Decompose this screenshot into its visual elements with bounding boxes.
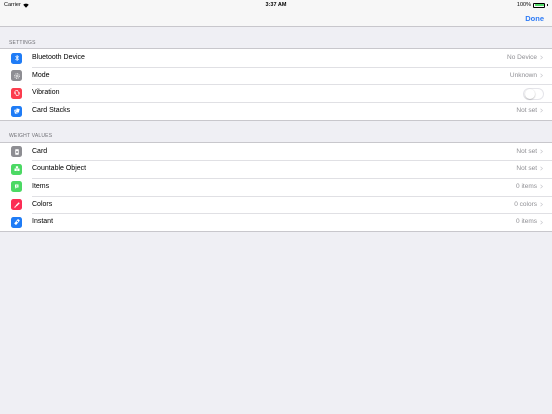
card-stack-icon <box>11 105 22 117</box>
vibration-label: Vibration <box>32 89 60 97</box>
bluetooth-device-row[interactable]: Bluetooth Device No Device <box>0 49 552 67</box>
card-stacks-label: Card Stacks <box>32 107 71 115</box>
colors-row[interactable]: Colors 0 colors <box>0 195 552 214</box>
colors-label: Colors <box>32 200 53 208</box>
card-icon <box>11 146 22 158</box>
instant-label: Instant <box>32 218 54 226</box>
gear-icon <box>11 70 22 82</box>
card-stacks-row[interactable]: Card Stacks Not set <box>0 102 552 120</box>
vibration-icon <box>11 87 22 99</box>
palette-icon <box>11 199 22 211</box>
chevron-right-icon <box>540 55 543 60</box>
mode-value: Unknown <box>509 71 537 79</box>
countable-icon <box>11 163 22 175</box>
toggle-knob <box>524 89 535 100</box>
chevron-right-icon <box>540 184 543 189</box>
mode-label: Mode <box>32 71 50 79</box>
items-label: Items <box>32 182 50 190</box>
chevron-right-icon <box>540 220 543 225</box>
chevron-right-icon <box>540 108 543 113</box>
countable-object-value: Not set <box>516 165 537 173</box>
battery-icon <box>533 2 545 8</box>
instant-row[interactable]: Instant 0 items <box>0 213 552 231</box>
status-bar: Carrier 3:37 AM 100% <box>0 0 552 10</box>
card-row[interactable]: Card Not set <box>0 143 552 161</box>
bluetooth-device-value: No Device <box>507 54 537 61</box>
bluetooth-device-label: Bluetooth Device <box>32 54 85 61</box>
weight-values-section: Card Not set Countable Object Not set It… <box>0 141 552 232</box>
nav-bar: Done <box>0 10 552 27</box>
done-button[interactable]: Done <box>525 14 544 23</box>
vibration-row: Vibration <box>0 84 552 102</box>
chevron-right-icon <box>540 166 543 171</box>
card-stacks-value: Not set <box>516 107 537 115</box>
chevron-right-icon <box>540 202 543 207</box>
card-label: Card <box>32 147 48 155</box>
items-icon <box>11 181 22 193</box>
status-battery: 100% <box>517 0 548 10</box>
chevron-right-icon <box>540 73 543 78</box>
mode-row[interactable]: Mode Unknown <box>0 66 552 85</box>
countable-object-row[interactable]: Countable Object Not set <box>0 160 552 178</box>
status-time: 3:37 AM <box>265 2 287 8</box>
battery-tip <box>547 3 548 7</box>
settings-header: SETTINGS <box>9 40 36 46</box>
instant-icon <box>11 216 22 228</box>
battery-percent: 100% <box>516 2 531 8</box>
chevron-right-icon <box>540 149 543 154</box>
items-row[interactable]: Items 0 items <box>0 177 552 196</box>
countable-object-label: Countable Object <box>32 165 87 173</box>
weight-values-header: WEIGHT VALUES <box>9 133 53 139</box>
card-value: Not set <box>516 147 537 155</box>
bluetooth-icon <box>11 52 22 64</box>
settings-section: Bluetooth Device No Device Mode Unknown … <box>0 48 552 121</box>
colors-value: 0 colors <box>514 200 537 208</box>
vibration-toggle[interactable] <box>523 87 544 100</box>
instant-value: 0 items <box>516 218 537 226</box>
items-value: 0 items <box>516 182 537 190</box>
